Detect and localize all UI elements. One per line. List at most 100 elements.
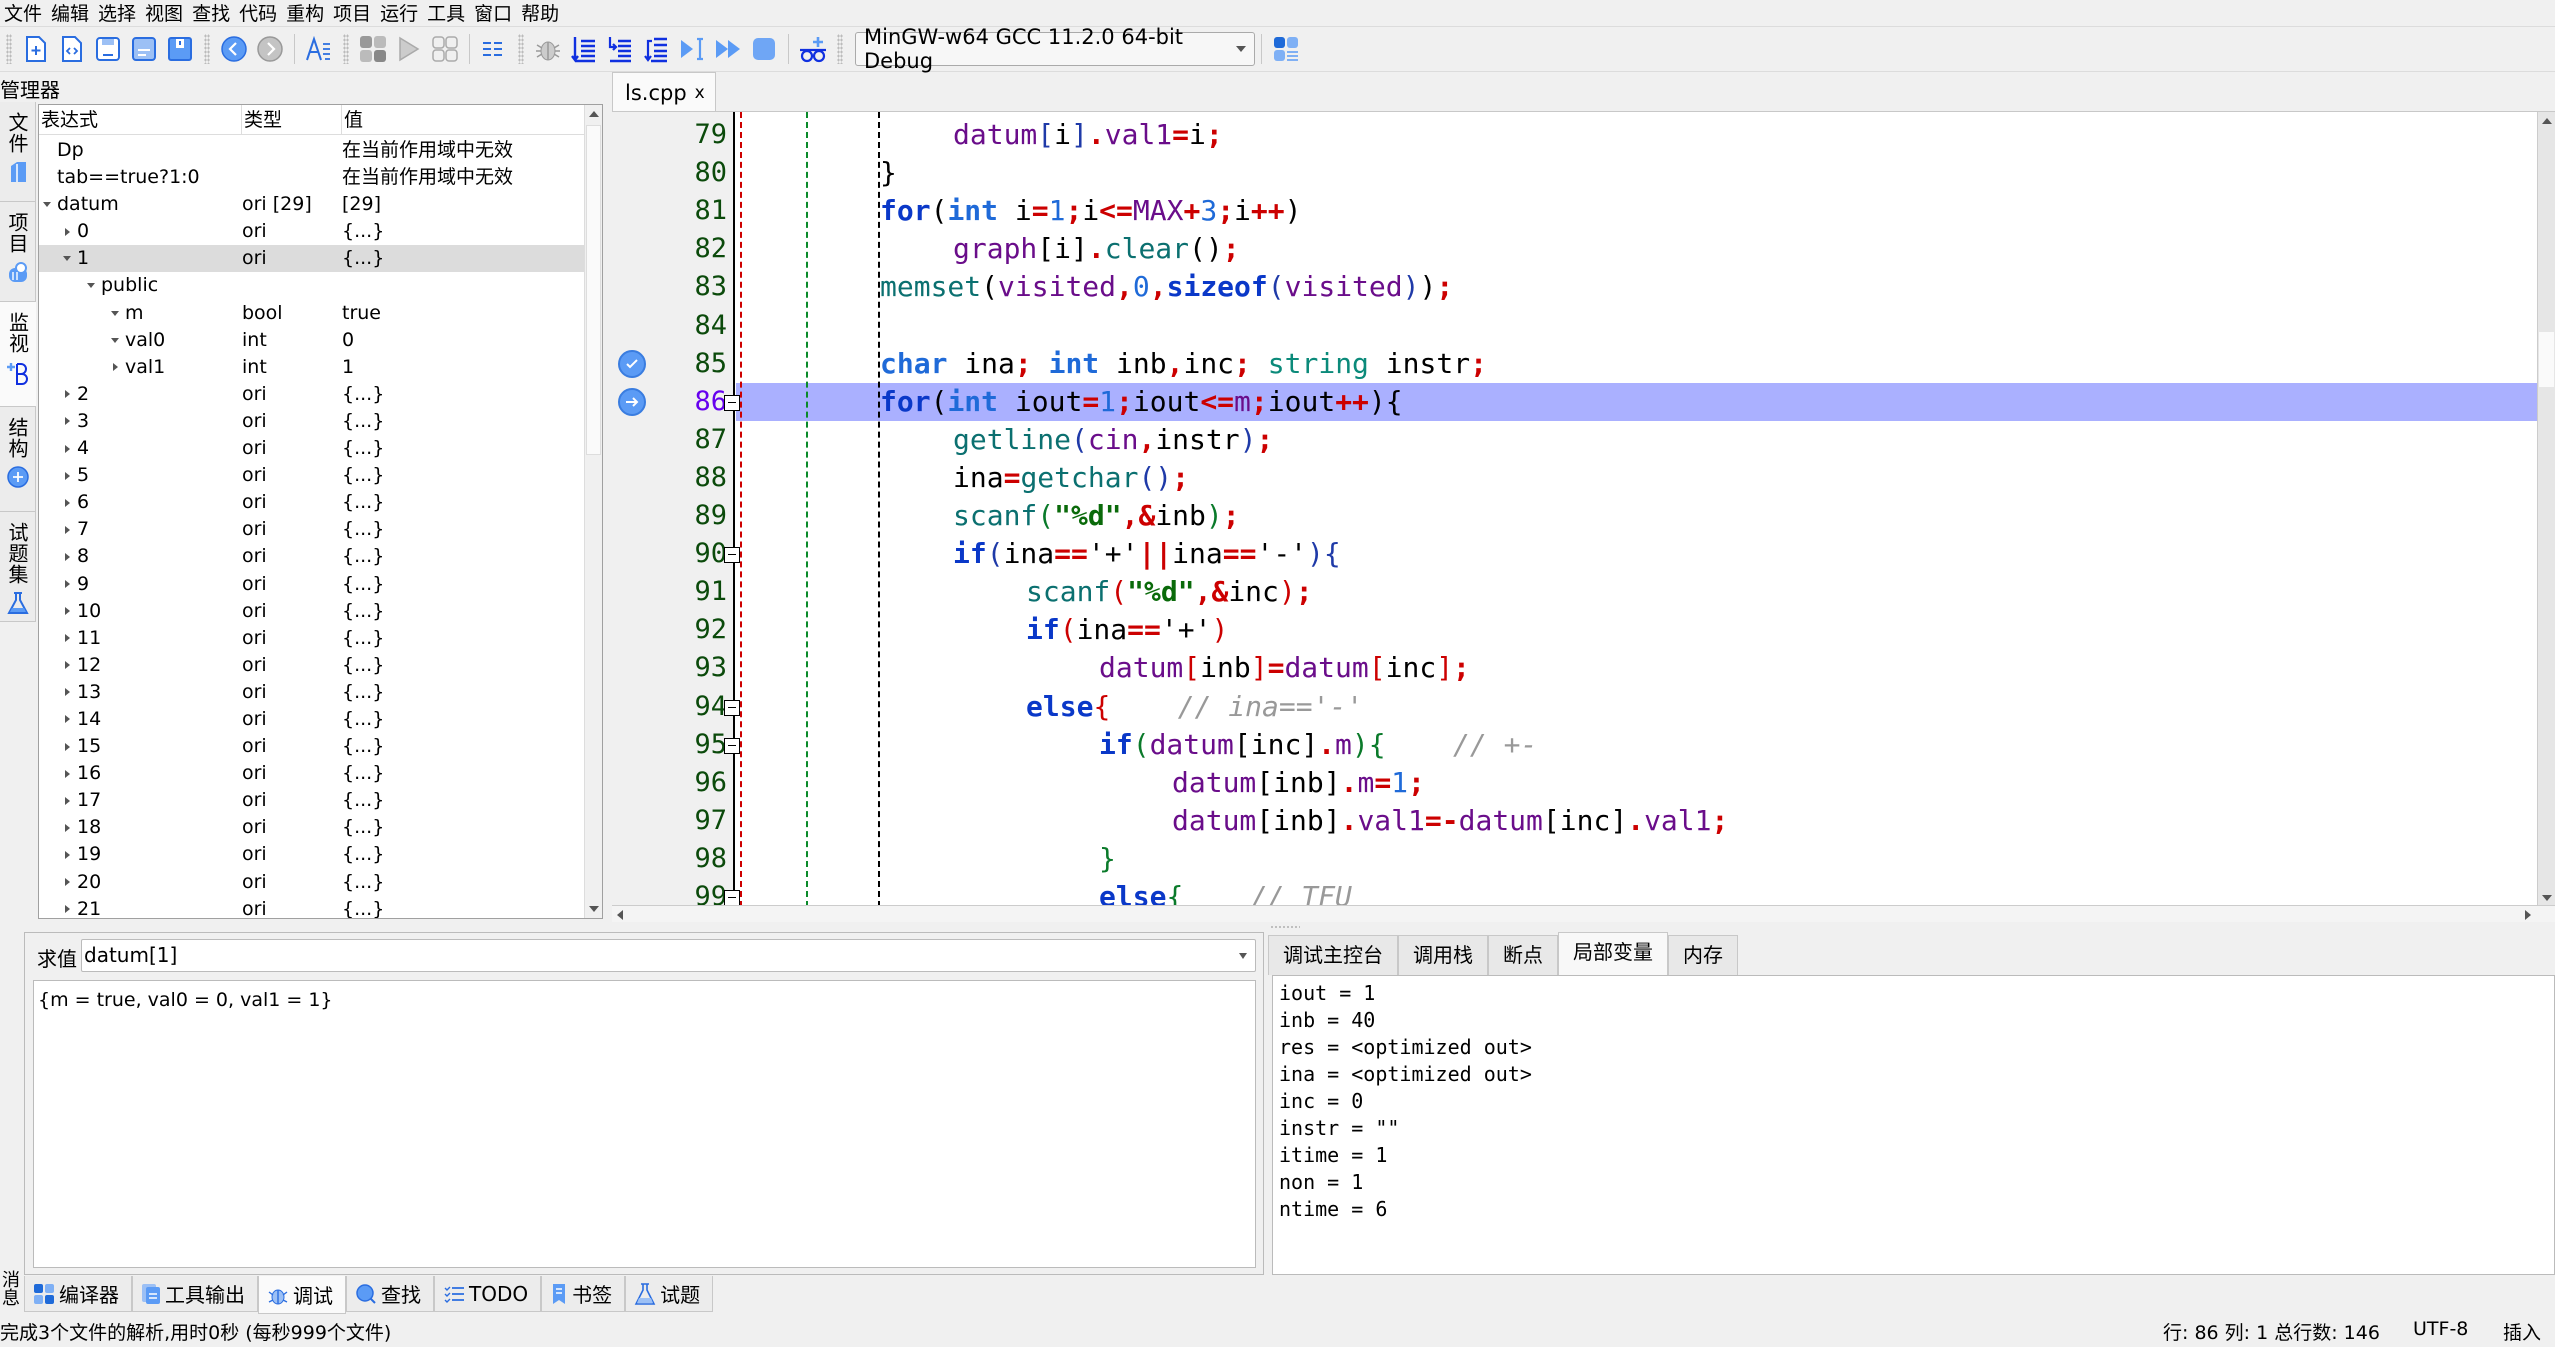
vtab-watch[interactable]: 监视	[0, 302, 36, 407]
code-line[interactable]: 83 memset(visited,0,sizeof(visited));	[612, 268, 2537, 306]
menu-item[interactable]: 窗口	[470, 0, 517, 26]
debug-tab[interactable]: 局部变量	[1558, 932, 1668, 975]
editor-vertical-scrollbar[interactable]	[2537, 112, 2555, 906]
new-file-button[interactable]	[19, 32, 53, 66]
add-watch-button[interactable]	[796, 32, 830, 66]
file-encoding[interactable]: UTF-8	[2413, 1318, 2468, 1340]
compile-button[interactable]	[356, 32, 390, 66]
scroll-thumb[interactable]	[586, 125, 601, 455]
watch-row[interactable]: tab==true?1:0 在当前作用域中无效	[39, 164, 584, 191]
code-line[interactable]: 92 if(ina=='+')	[612, 611, 2537, 649]
code-line[interactable]: 89 scanf("%d",&inb);	[612, 497, 2537, 535]
watch-row[interactable]: 11 ori {...}	[39, 625, 584, 652]
current-line-arrow-icon[interactable]	[618, 387, 646, 416]
watch-row[interactable]: 16 ori {...}	[39, 760, 584, 787]
watch-row[interactable]: 9 ori {...}	[39, 571, 584, 598]
bottom-tab-6[interactable]: 试题	[625, 1276, 714, 1312]
column-expression[interactable]: 表达式	[39, 105, 242, 135]
local-variable-row[interactable]: res = <optimized out>	[1279, 1034, 2548, 1061]
watch-row[interactable]: 2 ori {...}	[39, 381, 584, 408]
code-line[interactable]: 79 datum[i].val1=i;	[612, 116, 2537, 154]
step-into-button[interactable]	[567, 32, 601, 66]
watch-row[interactable]: 13 ori {...}	[39, 679, 584, 706]
collapsed-arrow-icon[interactable]	[61, 814, 73, 841]
watch-row[interactable]: 5 ori {...}	[39, 462, 584, 489]
local-variable-row[interactable]: inb = 40	[1279, 1007, 2548, 1034]
bottom-tab-1[interactable]: 工具输出	[132, 1276, 258, 1312]
expanded-arrow-icon[interactable]	[85, 272, 97, 299]
options-button[interactable]	[477, 32, 511, 66]
expanded-arrow-icon[interactable]	[109, 327, 121, 354]
collapsed-arrow-icon[interactable]	[61, 381, 73, 408]
collapsed-arrow-icon[interactable]	[109, 354, 121, 381]
chevron-down-icon[interactable]	[1239, 953, 1247, 959]
watch-row[interactable]: 15 ori {...}	[39, 733, 584, 760]
local-variable-row[interactable]: non = 1	[1279, 1169, 2548, 1196]
debug-tab[interactable]: 内存	[1668, 935, 1738, 975]
menu-item[interactable]: 帮助	[517, 0, 564, 26]
column-type[interactable]: 类型	[242, 105, 342, 135]
code-line[interactable]: 86 for(int iout=1;iout<=m;iout++){	[612, 382, 2537, 421]
vtab-project[interactable]: 项目	[0, 202, 36, 302]
collapsed-arrow-icon[interactable]	[61, 787, 73, 814]
fold-toggle-icon[interactable]	[724, 890, 740, 906]
code-line[interactable]: 80}	[612, 154, 2537, 192]
expanded-arrow-icon[interactable]	[109, 300, 121, 327]
collapsed-arrow-icon[interactable]	[61, 733, 73, 760]
watch-row[interactable]: 8 ori {...}	[39, 543, 584, 570]
code-line[interactable]: 94 else{ // ina=='-'	[612, 688, 2537, 726]
menu-item[interactable]: 查找	[188, 0, 235, 26]
code-line[interactable]: 81 for(int i=1;i<=MAX+3;i++)	[612, 192, 2537, 230]
fold-toggle-icon[interactable]	[724, 699, 740, 716]
code-line[interactable]: 88 ina=getchar();	[612, 459, 2537, 497]
debug-button[interactable]	[531, 32, 565, 66]
code-line[interactable]: 97 datum[inb].val1=-datum[inc].val1;	[612, 802, 2537, 840]
breakpoint-check-icon[interactable]	[618, 349, 646, 378]
code-line[interactable]: 87 getline(cin,instr);	[612, 421, 2537, 459]
compiler-set-select[interactable]: MinGW-w64 GCC 11.2.0 64-bit Debug	[855, 25, 1255, 73]
collapsed-arrow-icon[interactable]	[61, 489, 73, 516]
fold-toggle-icon[interactable]	[724, 547, 740, 564]
code-line[interactable]: 93 datum[inb]=datum[inc];	[612, 649, 2537, 687]
close-icon[interactable]: x	[695, 83, 705, 103]
watch-row[interactable]: 10 ori {...}	[39, 598, 584, 625]
bottom-tab-4[interactable]: TODO	[434, 1276, 542, 1312]
code-line[interactable]: 98}	[612, 840, 2537, 878]
splitter-handle[interactable]	[1270, 925, 1300, 929]
continue-button[interactable]	[711, 32, 745, 66]
scroll-thumb[interactable]	[2539, 332, 2554, 387]
collapsed-arrow-icon[interactable]	[61, 896, 73, 918]
vtab-problem-set[interactable]: 试题集	[0, 512, 36, 622]
forward-button[interactable]	[253, 32, 287, 66]
watch-row[interactable]: 3 ori {...}	[39, 408, 584, 435]
format-button[interactable]	[302, 32, 336, 66]
watch-row[interactable]: 12 ori {...}	[39, 652, 584, 679]
compile-run-button[interactable]	[428, 32, 462, 66]
watch-row[interactable]: datum ori [29] [29]	[39, 191, 584, 218]
watch-row[interactable]: 18 ori {...}	[39, 814, 584, 841]
debug-tab[interactable]: 调用栈	[1398, 935, 1488, 975]
code-line[interactable]: 99 else{ // TFU	[612, 878, 2537, 906]
fold-toggle-icon[interactable]	[724, 737, 740, 754]
menu-item[interactable]: 运行	[376, 0, 423, 26]
watch-row[interactable]: 7 ori {...}	[39, 516, 584, 543]
scroll-down-icon[interactable]	[2542, 895, 2552, 901]
watch-row[interactable]: 17 ori {...}	[39, 787, 584, 814]
collapsed-arrow-icon[interactable]	[61, 841, 73, 868]
menu-item[interactable]: 重构	[282, 0, 329, 26]
code-line[interactable]: 96 datum[inb].m=1;	[612, 764, 2537, 802]
menu-item[interactable]: 代码	[235, 0, 282, 26]
vtab-files[interactable]: 文件	[0, 102, 36, 202]
watch-row[interactable]: 0 ori {...}	[39, 218, 584, 245]
save-all-button[interactable]	[163, 32, 197, 66]
vtab-structure[interactable]: 结构	[0, 407, 36, 512]
collapsed-arrow-icon[interactable]	[61, 218, 73, 245]
compiler-options-button[interactable]	[1269, 32, 1303, 66]
watch-row[interactable]: m bool true	[39, 300, 584, 327]
collapsed-arrow-icon[interactable]	[61, 516, 73, 543]
scroll-up-icon[interactable]	[2542, 118, 2552, 124]
scroll-left-icon[interactable]	[617, 910, 623, 920]
debug-tab[interactable]: 断点	[1488, 935, 1558, 975]
watch-row[interactable]: val0 int 0	[39, 327, 584, 354]
collapsed-arrow-icon[interactable]	[61, 408, 73, 435]
